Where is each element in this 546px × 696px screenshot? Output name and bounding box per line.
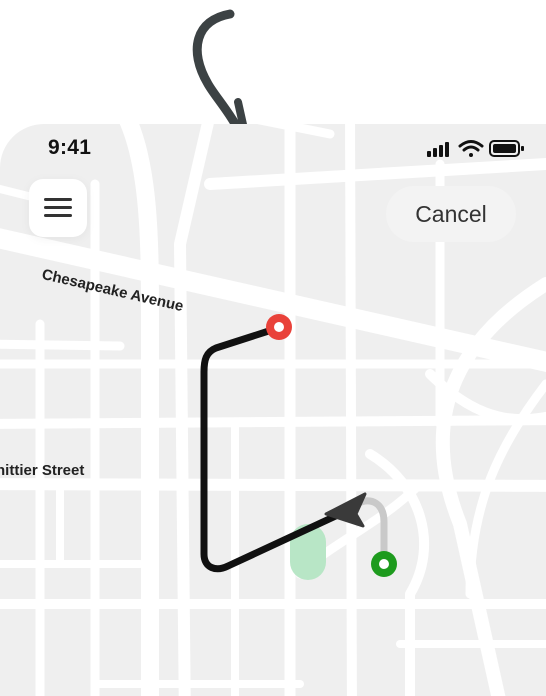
destination-marker[interactable] <box>266 314 292 340</box>
hamburger-menu-icon <box>44 198 72 201</box>
hamburger-menu-icon <box>44 206 72 209</box>
menu-button[interactable] <box>29 179 87 237</box>
status-icons <box>427 140 524 157</box>
signal-icon <box>427 142 449 157</box>
status-bar: 9:41 <box>0 124 546 172</box>
wifi-icon <box>458 140 484 157</box>
phone-screen: Chesapeake Avenue hittier Street 9:41 Ca… <box>0 124 546 696</box>
battery-icon <box>489 140 524 157</box>
cancel-button[interactable]: Cancel <box>386 186 516 242</box>
street-label-whittier: hittier Street <box>0 462 85 479</box>
hamburger-menu-icon <box>44 214 72 217</box>
origin-marker[interactable] <box>371 551 397 577</box>
status-time: 9:41 <box>48 136 92 159</box>
